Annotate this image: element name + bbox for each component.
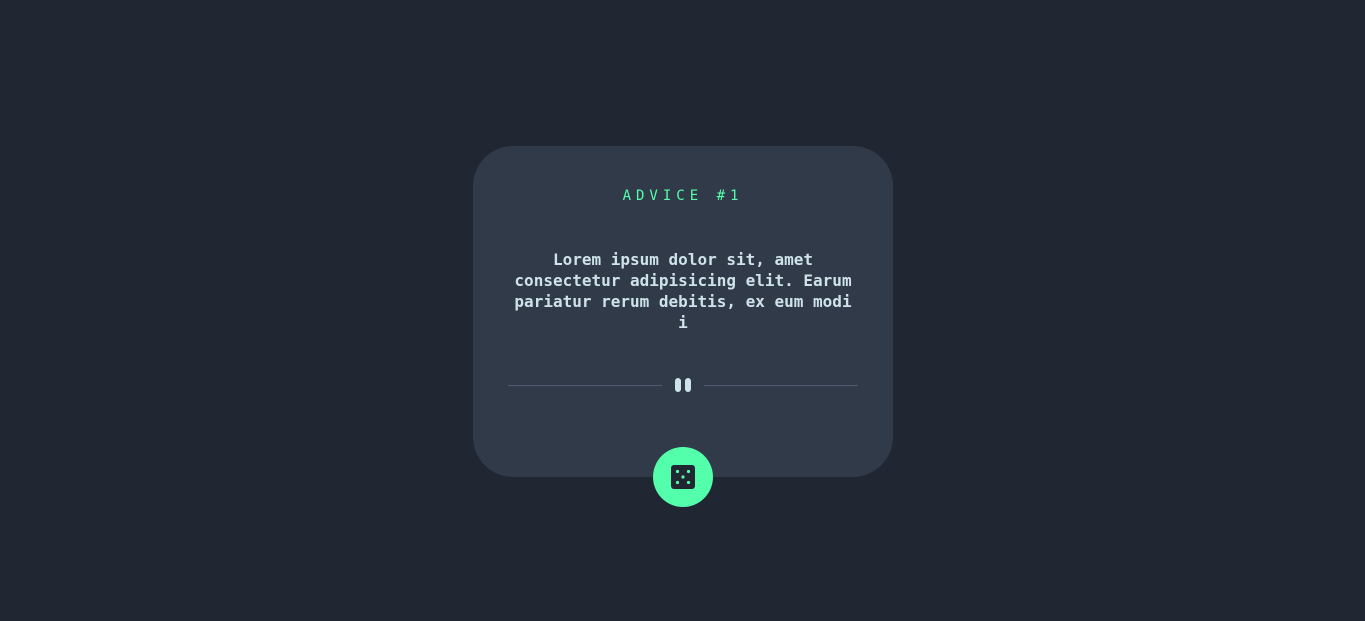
- pattern-divider: [508, 378, 858, 392]
- advice-text: Lorem ipsum dolor sit, amet consectetur …: [514, 250, 852, 332]
- divider-line-right: [704, 385, 858, 386]
- advice-card: ADVICE #1 Lorem ipsum dolor sit, amet co…: [473, 146, 893, 477]
- new-advice-button[interactable]: [653, 447, 713, 507]
- pause-icon: [674, 378, 692, 392]
- divider-line-left: [508, 385, 662, 386]
- dice-icon: [671, 465, 695, 489]
- advice-number: ADVICE #1: [622, 188, 744, 204]
